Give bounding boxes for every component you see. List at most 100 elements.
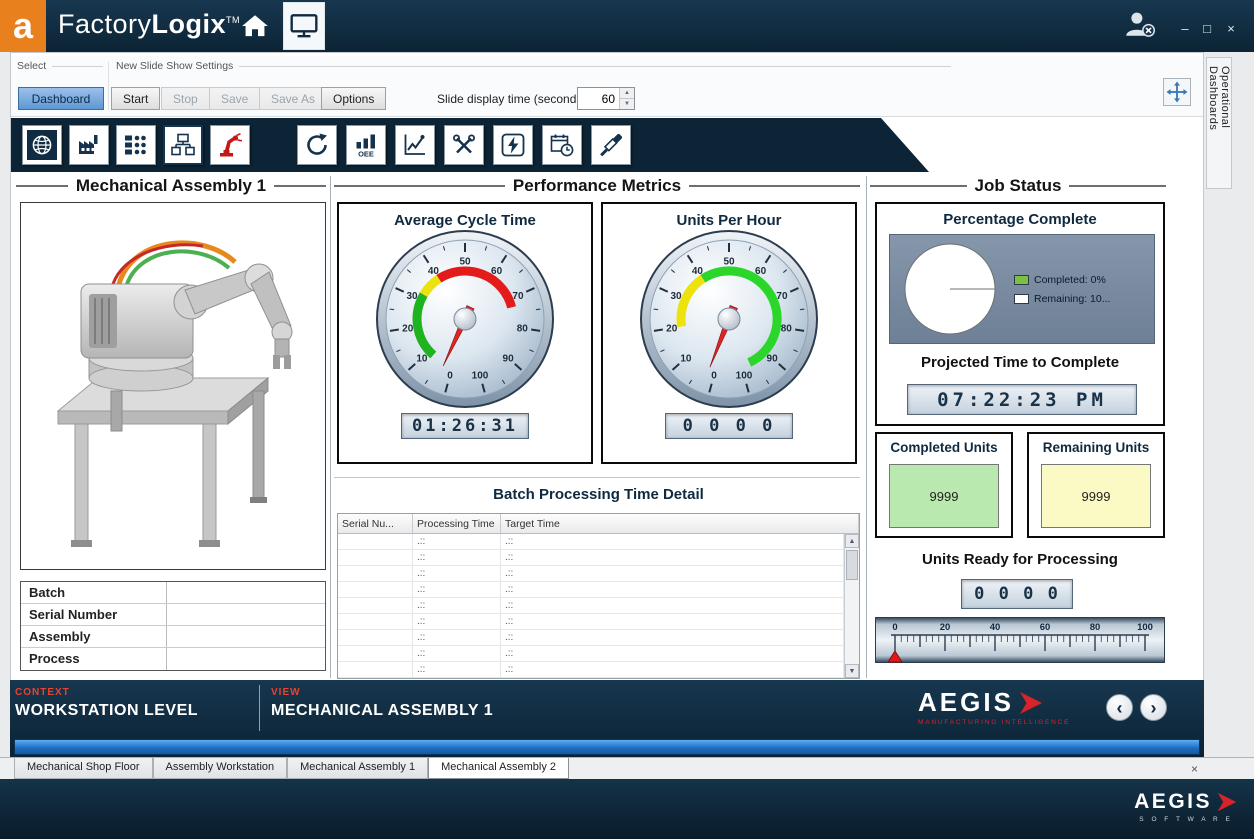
table-row[interactable]: .::.:: (338, 534, 844, 550)
toolbar-globe-button[interactable] (22, 125, 62, 165)
tab-mechanical-shop-floor[interactable]: Mechanical Shop Floor (14, 758, 153, 779)
scroll-thumb[interactable] (846, 550, 858, 580)
legend-item-remaining: Remaining: 10... (1014, 293, 1110, 305)
gauge-title: Units Per Hour (676, 212, 781, 229)
table-row[interactable]: .::.:: (338, 614, 844, 630)
performance-title: Performance Metrics (334, 176, 860, 196)
column-divider (330, 176, 331, 678)
toolbar-schedule-button[interactable] (542, 125, 582, 165)
table-cell: .:: (501, 550, 844, 565)
slideshow-group-caption: New Slide Show Settings (116, 60, 951, 72)
toolbar-refresh-button[interactable] (297, 125, 337, 165)
dashboards-monitor-button[interactable] (283, 2, 325, 50)
slide-time-input[interactable] (578, 88, 619, 109)
info-value (167, 604, 325, 625)
toolbar-power-button[interactable] (493, 125, 533, 165)
move-icon (1166, 81, 1188, 103)
completed-units-title: Completed Units (877, 440, 1011, 455)
spin-down-icon[interactable]: ▼ (620, 99, 634, 109)
legend-swatch-completed (1014, 275, 1029, 285)
svg-text:40: 40 (692, 266, 704, 277)
table-cell (338, 646, 413, 661)
move-panel-button[interactable] (1163, 78, 1191, 106)
table-row[interactable]: .::.:: (338, 550, 844, 566)
toolbar-robot-button[interactable] (210, 125, 250, 165)
next-view-button[interactable]: › (1140, 694, 1167, 721)
info-row-assembly: Assembly (21, 626, 325, 648)
info-value (167, 626, 325, 647)
column-header-target-time[interactable]: Target Time (501, 514, 859, 533)
job-status-title: Job Status (870, 176, 1166, 196)
slide-time-label: Slide display time (seconds): (437, 92, 590, 106)
table-cell (338, 630, 413, 645)
save-as-button[interactable]: Save As (259, 87, 327, 110)
stop-button[interactable]: Stop (161, 87, 210, 110)
ribbon-toolbar: Select New Slide Show Settings Dashboard… (11, 56, 1203, 117)
column-divider (866, 176, 867, 678)
table-row[interactable]: .::.:: (338, 566, 844, 582)
scroll-down-icon[interactable]: ▼ (845, 664, 859, 678)
slide-time-spinner[interactable]: ▲▼ (619, 88, 634, 109)
robot-arm-icon (217, 132, 243, 158)
svg-text:0: 0 (447, 371, 453, 382)
tab-assembly-workstation[interactable]: Assembly Workstation (153, 758, 288, 779)
units-per-hour-gauge: 0102030405060708090100 (639, 229, 819, 409)
status-divider (259, 685, 260, 731)
batch-processing-table: Serial Nu... Processing Time Target Time… (337, 513, 860, 679)
globe-tile (27, 130, 57, 160)
view-label: VIEW (271, 687, 301, 698)
column-header-processing-time[interactable]: Processing Time (413, 514, 501, 533)
options-button[interactable]: Options (321, 87, 386, 110)
svg-text:80: 80 (781, 324, 793, 335)
tab-mechanical-assembly-1[interactable]: Mechanical Assembly 1 (287, 758, 428, 779)
table-scrollbar[interactable]: ▲ ▼ (844, 534, 859, 678)
toolbar-workstation-button[interactable] (163, 125, 203, 165)
maximize-button[interactable]: □ (1198, 19, 1216, 37)
trend-chart-icon (402, 132, 428, 158)
svg-text:40: 40 (428, 266, 440, 277)
table-cell: .:: (501, 662, 844, 677)
table-cell: .:: (413, 534, 501, 549)
previous-view-button[interactable]: ‹ (1106, 694, 1133, 721)
table-row[interactable]: .::.:: (338, 598, 844, 614)
toolbar-factory-button[interactable] (69, 125, 109, 165)
legend-label: Remaining: 10... (1034, 293, 1110, 305)
operational-dashboards-tab[interactable]: Operational Dashboards (1206, 57, 1232, 189)
table-cell: .:: (501, 614, 844, 629)
svg-text:70: 70 (776, 291, 788, 302)
user-logoff-button[interactable] (1122, 9, 1156, 44)
slide-time-field: ▲▼ (577, 87, 635, 110)
minimize-button[interactable]: – (1176, 19, 1194, 37)
save-button[interactable]: Save (209, 87, 260, 110)
table-cell: .:: (501, 646, 844, 661)
home-button[interactable] (240, 13, 270, 44)
svg-text:50: 50 (459, 257, 471, 268)
scroll-up-icon[interactable]: ▲ (845, 534, 859, 548)
toolbar-trend-button[interactable] (395, 125, 435, 165)
tab-mechanical-assembly-2[interactable]: Mechanical Assembly 2 (428, 758, 569, 779)
svg-text:0: 0 (892, 622, 897, 633)
tab-close-button[interactable]: × (1191, 762, 1198, 776)
close-button[interactable]: × (1222, 19, 1240, 37)
table-row[interactable]: .::.:: (338, 630, 844, 646)
svg-text:90: 90 (767, 353, 779, 364)
dashboard-button[interactable]: Dashboard (18, 87, 104, 110)
svg-text:0: 0 (711, 371, 717, 382)
job-info-table: Batch Serial Number Assembly Process (20, 581, 326, 671)
context-value: WORKSTATION LEVEL (15, 702, 198, 720)
toolbar-oee-button[interactable]: OEE (346, 125, 386, 165)
table-row[interactable]: .::.:: (338, 662, 844, 678)
toolbar-screwdriver-button[interactable] (591, 125, 631, 165)
svg-text:10: 10 (680, 353, 692, 364)
user-logoff-icon (1122, 9, 1156, 39)
toolbar-process-flow-button[interactable] (116, 125, 156, 165)
table-row[interactable]: .::.:: (338, 582, 844, 598)
table-cell: .:: (501, 598, 844, 613)
toolbar-tools-button[interactable] (444, 125, 484, 165)
legend-item-completed: Completed: 0% (1014, 274, 1110, 286)
column-header-serial[interactable]: Serial Nu... (338, 514, 413, 533)
start-button[interactable]: Start (111, 87, 160, 110)
table-row[interactable]: .::.:: (338, 646, 844, 662)
table-cell: .:: (413, 598, 501, 613)
spin-up-icon[interactable]: ▲ (620, 88, 634, 99)
